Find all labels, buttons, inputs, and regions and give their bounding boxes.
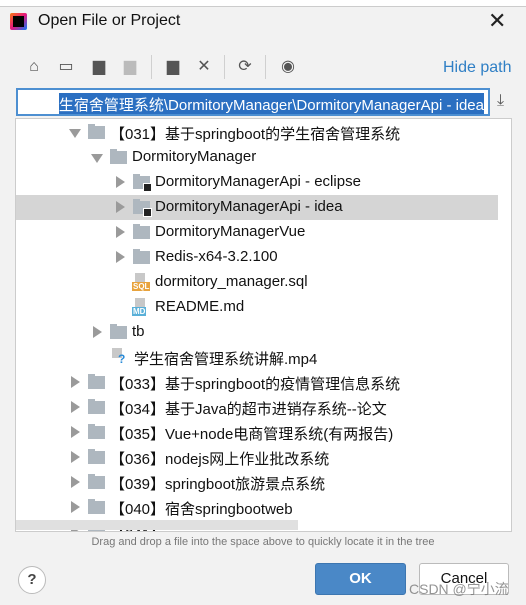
desktop-icon[interactable]: ▭ xyxy=(56,57,76,77)
dialog-title: Open File or Project xyxy=(38,12,181,29)
tree-row[interactable]: ? 学生宿舍管理系统讲解.mp4 xyxy=(16,345,498,370)
collapsed-arrow-icon[interactable] xyxy=(71,501,80,513)
drag-drop-hint: Drag and drop a file into the space abov… xyxy=(91,536,435,548)
refresh-icon[interactable]: ⟳ xyxy=(235,57,255,77)
tree-row-label: 【034】基于Java的超市进销存系统--论文 xyxy=(110,401,387,418)
tree-row-label: dormitory_manager.sql xyxy=(155,273,308,290)
tree-row-label: 【033】基于springboot的疫情管理信息系统 xyxy=(110,376,401,393)
tree-row-label: 【035】Vue+node电商管理系统(有两报告) xyxy=(110,426,394,443)
tree-row-label: DormitoryManagerApi - idea xyxy=(155,198,343,215)
watermark: CSDN @宁小流 xyxy=(409,581,509,597)
tree-row[interactable]: SQL dormitory_manager.sql xyxy=(16,270,498,295)
file-tree[interactable]: 【041】【040】宿舍springbootweb【039】springboot… xyxy=(15,118,512,532)
tree-row-label: Redis-x64-3.2.100 xyxy=(155,248,278,265)
tree-row[interactable]: MD README.md xyxy=(16,295,498,320)
tree-row-label: 【039】springboot旅游景点系统 xyxy=(110,476,326,493)
new-folder-icon[interactable]: ▆ xyxy=(163,57,183,77)
tree-row[interactable]: DormitoryManagerApi - eclipse xyxy=(16,170,498,195)
tree-row[interactable]: 【031】基于springboot的学生宿舍管理系统 xyxy=(16,120,498,145)
delete-icon[interactable]: ✕ xyxy=(194,57,214,77)
tree-row[interactable]: DormitoryManagerApi - idea xyxy=(16,195,498,220)
module-folder-icon xyxy=(133,199,152,217)
expanded-arrow-icon[interactable] xyxy=(91,154,103,163)
folder-icon xyxy=(88,424,105,439)
tree-row-label: 【040】宿舍springbootweb xyxy=(110,501,293,518)
collapsed-arrow-icon[interactable] xyxy=(71,476,80,488)
collapsed-arrow-icon[interactable] xyxy=(116,226,125,238)
sql-file-icon: SQL xyxy=(132,273,151,292)
tree-row[interactable]: 【040】宿舍springbootweb xyxy=(16,495,498,520)
toolbar-separator xyxy=(151,55,152,79)
folder-icon xyxy=(133,249,150,264)
expanded-arrow-icon[interactable] xyxy=(69,129,81,138)
home-icon[interactable]: ⌂ xyxy=(24,57,44,77)
tree-row[interactable]: 【039】springboot旅游景点系统 xyxy=(16,470,498,495)
md-file-icon: MD xyxy=(132,298,148,317)
project-folder-icon[interactable]: ▆ xyxy=(89,57,109,77)
collapsed-arrow-icon[interactable] xyxy=(71,401,80,413)
folder-icon xyxy=(88,124,105,139)
hide-path-link[interactable]: Hide path xyxy=(443,59,512,77)
collapsed-arrow-icon[interactable] xyxy=(116,176,125,188)
tree-row-label: 【031】基于springboot的学生宿舍管理系统 xyxy=(110,126,401,143)
tree-row[interactable]: tb xyxy=(16,320,498,345)
tree-row-label: tb xyxy=(132,323,145,340)
folder-icon xyxy=(110,149,127,164)
toolbar-separator xyxy=(224,55,225,79)
folder-icon xyxy=(88,449,105,464)
folder-icon xyxy=(110,324,127,339)
tree-row[interactable]: DormitoryManagerVue xyxy=(16,220,498,245)
background-editor xyxy=(0,0,526,7)
toolbar-separator xyxy=(265,55,266,79)
folder-icon xyxy=(88,499,105,514)
tree-row[interactable]: Redis-x64-3.2.100 xyxy=(16,245,498,270)
module-folder-icon xyxy=(133,174,152,192)
tree-row[interactable]: 【034】基于Java的超市进销存系统--论文 xyxy=(16,395,498,420)
tree-row[interactable]: 【036】nodejs网上作业批改系统 xyxy=(16,445,498,470)
folder-icon xyxy=(88,474,105,489)
tree-row-label: README.md xyxy=(155,298,245,315)
intellij-logo-icon xyxy=(10,13,27,30)
collapsed-arrow-icon[interactable] xyxy=(116,251,125,263)
help-button[interactable]: ? xyxy=(18,566,46,594)
tree-row-label: DormitoryManager xyxy=(132,148,257,165)
horizontal-scrollbar[interactable] xyxy=(16,520,298,530)
collapsed-arrow-icon[interactable] xyxy=(116,201,125,213)
download-icon[interactable]: ⤓ xyxy=(497,92,504,110)
show-hidden-icon[interactable]: ◉ xyxy=(278,57,298,77)
collapsed-arrow-icon[interactable] xyxy=(71,376,80,388)
close-icon[interactable]: ✕ xyxy=(488,8,506,34)
folder-icon xyxy=(88,374,105,389)
folder-icon xyxy=(88,399,105,414)
tree-row-label: 【036】nodejs网上作业批改系统 xyxy=(110,451,330,468)
path-input[interactable]: 生宿舍管理系统\DormitoryManager\DormitoryManage… xyxy=(16,88,490,116)
path-text: 生宿舍管理系统\DormitoryManager\DormitoryManage… xyxy=(58,93,484,114)
folder-icon xyxy=(133,224,150,239)
tree-row-label: DormitoryManagerVue xyxy=(155,223,306,240)
collapsed-arrow-icon[interactable] xyxy=(71,426,80,438)
unknown-file-icon: ? xyxy=(109,348,125,367)
tree-row-label: DormitoryManagerApi - eclipse xyxy=(155,173,361,190)
module-folder-icon: ▆ xyxy=(123,58,137,75)
collapsed-arrow-icon[interactable] xyxy=(93,326,102,338)
tree-row-label: 学生宿舍管理系统讲解.mp4 xyxy=(134,351,318,368)
collapsed-arrow-icon[interactable] xyxy=(71,451,80,463)
tree-row[interactable]: DormitoryManager xyxy=(16,145,498,170)
tree-row[interactable]: 【035】Vue+node电商管理系统(有两报告) xyxy=(16,420,498,445)
ok-button[interactable]: OK xyxy=(315,563,406,595)
tree-row[interactable]: 【033】基于springboot的疫情管理信息系统 xyxy=(16,370,498,395)
